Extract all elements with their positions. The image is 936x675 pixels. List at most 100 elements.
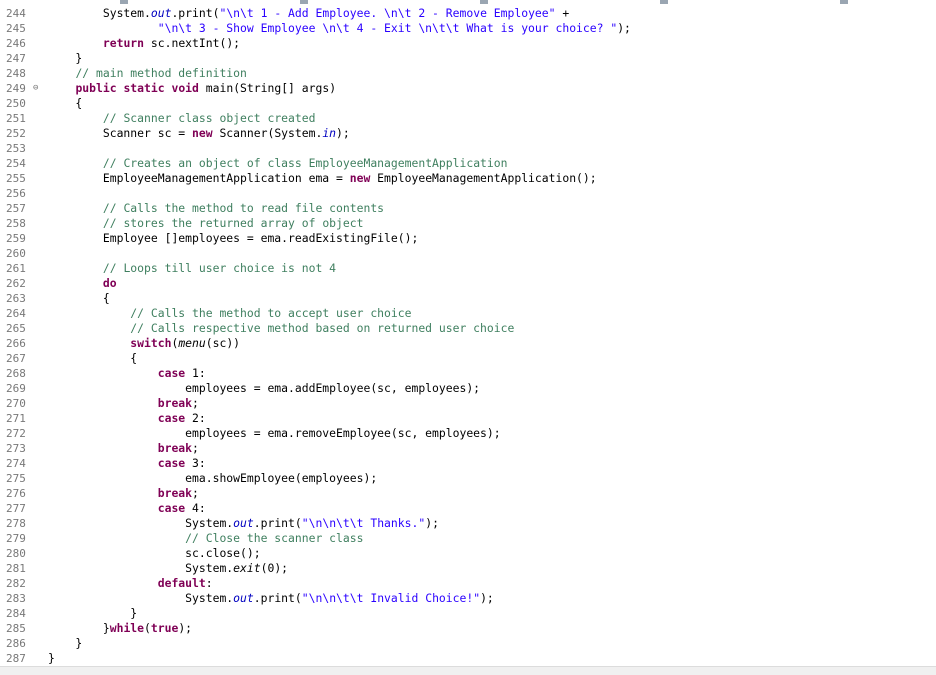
code-token: employees = ema.addEmployee(sc, employee… (48, 381, 481, 395)
code-line[interactable]: 247 } (0, 51, 936, 66)
code-line[interactable]: 284 } (0, 606, 936, 621)
code-line[interactable]: 276 break; (0, 486, 936, 501)
line-number: 277 (6, 502, 26, 515)
code-line[interactable]: 251 // Scanner class object created (0, 111, 936, 126)
code-line[interactable]: 244 System.out.print("\n\t 1 - Add Emplo… (0, 6, 936, 21)
code-line[interactable]: 250 { (0, 96, 936, 111)
code-line[interactable]: 277 case 4: (0, 501, 936, 516)
line-number: 260 (6, 247, 26, 260)
code-line[interactable]: 246 return sc.nextInt(); (0, 36, 936, 51)
code-line[interactable]: 245 "\n\t 3 - Show Employee \n\t 4 - Exi… (0, 21, 936, 36)
code-line[interactable]: 283 System.out.print("\n\n\t\t Invalid C… (0, 591, 936, 606)
code-token: return (102, 36, 145, 50)
code-line[interactable]: 264 // Calls the method to accept user c… (0, 306, 936, 321)
line-number: 246 (6, 37, 26, 50)
code-line[interactable]: 272 employees = ema.removeEmployee(sc, e… (0, 426, 936, 441)
code-line[interactable]: 263 { (0, 291, 936, 306)
code-token: 1: (185, 366, 206, 380)
code-line[interactable]: 274 case 3: (0, 456, 936, 471)
code-token: } (48, 651, 55, 665)
code-line[interactable]: 254 // Creates an object of class Employ… (0, 156, 936, 171)
code-line[interactable]: 266 switch(menu(sc)) (0, 336, 936, 351)
code-line[interactable]: 271 case 2: (0, 411, 936, 426)
code-line[interactable]: 262 do (0, 276, 936, 291)
code-line[interactable]: 257 // Calls the method to read file con… (0, 201, 936, 216)
code-line[interactable]: 279 // Close the scanner class (0, 531, 936, 546)
code-line[interactable]: 256 (0, 186, 936, 201)
code-line[interactable]: 273 break; (0, 441, 936, 456)
code-line[interactable]: 270 break; (0, 396, 936, 411)
code-token: // Close the scanner class (185, 531, 364, 545)
code-text: case 1: (48, 366, 206, 381)
code-token: case (157, 411, 186, 425)
code-line[interactable]: 258 // stores the returned array of obje… (0, 216, 936, 231)
code-line[interactable]: 255 EmployeeManagementApplication ema = … (0, 171, 936, 186)
code-text: "\n\t 3 - Show Employee \n\t 4 - Exit \n… (48, 21, 631, 36)
code-token: .print( (253, 516, 302, 530)
code-editor[interactable]: 244 System.out.print("\n\t 1 - Add Emplo… (0, 6, 936, 666)
code-text: System.out.print("\n\t 1 - Add Employee.… (48, 6, 569, 21)
code-line[interactable]: 282 default: (0, 576, 936, 591)
code-line[interactable]: 253 (0, 141, 936, 156)
line-number: 267 (6, 352, 26, 365)
code-token: new (192, 126, 213, 140)
code-text: Scanner sc = new Scanner(System.in); (48, 126, 350, 141)
code-token: Scanner sc = (48, 126, 193, 140)
line-number: 273 (6, 442, 26, 455)
code-token: System. (48, 516, 234, 530)
code-line[interactable]: 287} (0, 651, 936, 666)
line-number: 274 (6, 457, 26, 470)
code-token: { (48, 96, 83, 110)
code-line[interactable]: 249 ⊖ public static void main(String[] ar… (0, 81, 936, 96)
code-text: sc.close(); (48, 546, 260, 561)
code-line[interactable]: 286 } (0, 636, 936, 651)
code-line[interactable]: 268 case 1: (0, 366, 936, 381)
code-token: "\n\t 1 - Add Employee. \n\t 2 - Remove … (219, 6, 556, 20)
code-line[interactable]: 269 employees = ema.addEmployee(sc, empl… (0, 381, 936, 396)
code-text: // Calls respective method based on retu… (48, 321, 514, 336)
code-line[interactable]: 275 ema.showEmployee(employees); (0, 471, 936, 486)
code-text: } (48, 636, 82, 651)
code-line[interactable]: 281 System.exit(0); (0, 561, 936, 576)
toolbar-fragment (480, 0, 488, 4)
code-line[interactable]: 280 sc.close(); (0, 546, 936, 561)
code-text: case 3: (48, 456, 206, 471)
code-token: menu (178, 336, 206, 350)
code-line[interactable]: 285 }while(true); (0, 621, 936, 636)
code-line[interactable]: 259 Employee []employees = ema.readExist… (0, 231, 936, 246)
line-number: 251 (6, 112, 26, 125)
code-line[interactable]: 265 // Calls respective method based on … (0, 321, 936, 336)
code-line[interactable]: 260 (0, 246, 936, 261)
code-text: } (48, 606, 137, 621)
line-number: 280 (6, 547, 26, 560)
line-number: 276 (6, 487, 26, 500)
code-token: ); (336, 126, 350, 140)
code-line[interactable]: 267 { (0, 351, 936, 366)
code-text: { (48, 96, 82, 111)
code-line[interactable]: 261 // Loops till user choice is not 4 (0, 261, 936, 276)
code-text: Employee []employees = ema.readExistingF… (48, 231, 418, 246)
code-token: .print( (253, 591, 302, 605)
line-number: 265 (6, 322, 26, 335)
code-token: "\n\n\t\t Invalid Choice!" (301, 591, 481, 605)
code-text: { (48, 351, 137, 366)
code-line[interactable]: 252 Scanner sc = new Scanner(System.in); (0, 126, 936, 141)
code-line[interactable]: 248 // main method definition (0, 66, 936, 81)
line-number: 261 (6, 262, 26, 275)
code-token: void (171, 81, 199, 95)
code-token: break (157, 441, 193, 455)
fold-minus-icon[interactable]: ⊖ (33, 81, 38, 96)
code-line[interactable]: 278 System.out.print("\n\n\t\t Thanks.")… (0, 516, 936, 531)
code-text: case 4: (48, 501, 206, 516)
code-token: break (157, 486, 193, 500)
